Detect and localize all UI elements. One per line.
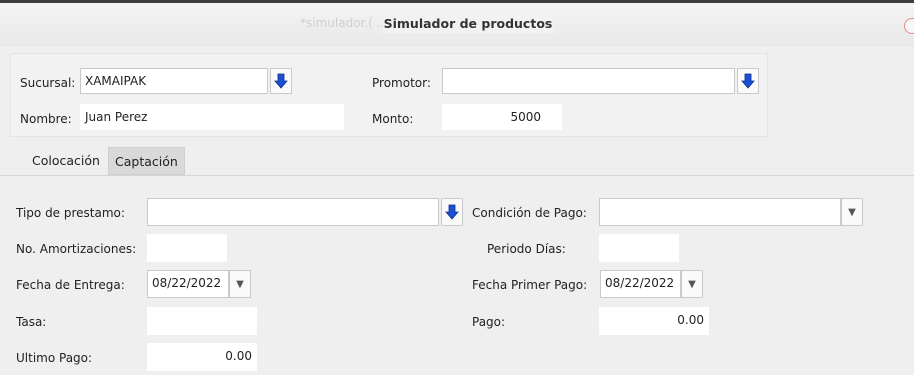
- nombre-field[interactable]: Juan Perez: [80, 104, 344, 130]
- fecha-primer-pago-field[interactable]: 08/22/2022: [600, 270, 681, 298]
- window-title: Simulador de productos: [383, 14, 553, 33]
- ultimo-pago-label: Ultimo Pago:: [16, 351, 93, 365]
- sucursal-label: Sucursal:: [20, 76, 76, 90]
- condicion-pago-label: Condición de Pago:: [472, 206, 587, 220]
- promotor-lookup-button[interactable]: [737, 68, 759, 94]
- arrow-down-icon: [274, 73, 288, 89]
- amortizaciones-label: No. Amortizaciones:: [16, 242, 137, 256]
- pago-label: Pago:: [472, 315, 506, 329]
- fecha-primer-pago-label: Fecha Primer Pago:: [472, 278, 588, 292]
- condicion-pago-dropdown-button[interactable]: ▼: [841, 198, 863, 226]
- fecha-entrega-dropdown-button[interactable]: ▼: [229, 270, 251, 298]
- pago-field[interactable]: 0.00: [599, 307, 709, 335]
- periodo-dias-field[interactable]: [599, 234, 679, 262]
- sucursal-lookup-button[interactable]: [270, 68, 292, 94]
- tab-colocacion[interactable]: Colocación: [26, 147, 106, 175]
- fecha-entrega-label: Fecha de Entrega:: [16, 278, 125, 292]
- amortizaciones-field[interactable]: [147, 234, 227, 262]
- triangle-down-icon: ▼: [236, 278, 244, 290]
- nombre-label: Nombre:: [20, 112, 72, 126]
- arrow-down-icon: [741, 73, 755, 89]
- tipo-prestamo-label: Tipo de prestamo:: [16, 206, 125, 220]
- tab-captacion[interactable]: Captación: [108, 147, 185, 175]
- condicion-pago-select[interactable]: [599, 198, 841, 226]
- tasa-label: Tasa:: [16, 315, 47, 329]
- triangle-down-icon: ▼: [688, 278, 696, 290]
- arrow-down-icon: [445, 204, 459, 220]
- promotor-label: Promotor:: [372, 76, 431, 90]
- periodo-dias-label: Periodo Días:: [487, 242, 566, 256]
- promotor-field[interactable]: [442, 68, 735, 94]
- monto-field[interactable]: 5000: [442, 104, 562, 130]
- sucursal-field[interactable]: XAMAIPAK: [80, 68, 268, 94]
- close-button[interactable]: [904, 18, 914, 34]
- title-bar: *simulador.( … )s) - LaTeXila Simulador …: [0, 0, 914, 46]
- tasa-field[interactable]: [147, 307, 257, 335]
- triangle-down-icon: ▼: [848, 206, 856, 218]
- fecha-entrega-field[interactable]: 08/22/2022: [147, 270, 229, 298]
- tipo-prestamo-lookup-button[interactable]: [441, 198, 463, 226]
- fecha-primer-pago-dropdown-button[interactable]: ▼: [681, 270, 703, 298]
- tipo-prestamo-field[interactable]: [147, 198, 439, 226]
- ultimo-pago-field[interactable]: 0.00: [147, 343, 257, 371]
- monto-label: Monto:: [372, 112, 414, 126]
